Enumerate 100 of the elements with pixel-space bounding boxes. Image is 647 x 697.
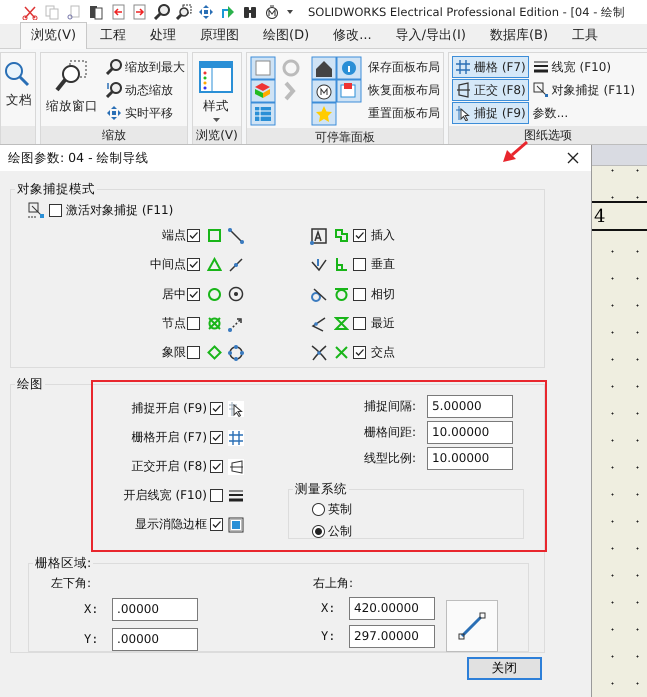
close-icon[interactable] (567, 152, 579, 164)
toggle-button[interactable]: 栅格 (F7) (452, 56, 529, 78)
right-angle-icon (334, 257, 348, 272)
ribbon-button[interactable]: 动态缩放 (103, 79, 188, 101)
hourglass-icon (334, 316, 348, 332)
checkbox[interactable] (353, 288, 366, 301)
pick-button[interactable] (446, 600, 498, 652)
input-field[interactable]: .00000 (112, 598, 198, 620)
zoom-icon[interactable] (154, 4, 170, 20)
line-weight-icon (228, 488, 244, 504)
ribbon-button[interactable]: 样式 (196, 56, 236, 126)
corner-label: 右上角: (312, 575, 354, 592)
checkbox[interactable] (187, 258, 200, 272)
cross-icon (334, 345, 348, 360)
checkbox[interactable] (49, 204, 62, 216)
ribbon-tab[interactable]: 处理 (139, 22, 188, 48)
stepped-squares-icon (334, 228, 348, 244)
window-layout-icon (198, 59, 234, 95)
line-segment-icon (227, 226, 245, 245)
ribbon-button[interactable]: 重置面板布局 (365, 102, 443, 124)
ribbon-button[interactable]: 保存面板布局 (365, 56, 443, 78)
radio-button[interactable] (312, 502, 325, 516)
ribbon-button[interactable]: 参数... (530, 102, 638, 124)
back-arrow-document-icon[interactable] (110, 4, 126, 20)
toggle-button[interactable]: 正交 (F8) (452, 79, 529, 101)
checkbox[interactable] (353, 258, 366, 272)
pan-arrows-icon[interactable] (198, 4, 214, 20)
trapezoid-icon (455, 82, 471, 98)
line-weight-icon (532, 59, 549, 75)
toggle-button[interactable]: 捕捉 (F9) (452, 102, 529, 124)
checkbox[interactable] (210, 402, 223, 415)
dropdown-caret-icon[interactable] (286, 8, 294, 16)
field-label: 栅格间距: (362, 424, 416, 440)
ribbon-tab[interactable]: 数据库(B) (478, 22, 560, 48)
forward-arrow-document-icon[interactable] (132, 4, 148, 20)
checkbox[interactable] (187, 229, 200, 242)
input-field[interactable]: .00000 (112, 628, 198, 650)
dynamic-zoom-icon (106, 82, 122, 98)
checkbox[interactable] (210, 489, 223, 502)
input-field[interactable]: 10.00000 (427, 420, 513, 444)
input-field[interactable]: 10.00000 (427, 446, 513, 470)
field-label: Y: (84, 632, 100, 646)
motor-symbol-icon[interactable] (264, 4, 280, 20)
input-field[interactable]: 297.00000 (348, 624, 435, 648)
checkbox-label: 中间点 (149, 256, 187, 274)
checkbox-label: 节点 (161, 315, 187, 332)
window-title: SOLIDWORKS Electrical Professional Edition - [04 - 绘制 (308, 4, 626, 20)
ribbon-button[interactable]: 缩放窗口 (44, 56, 100, 118)
radio-button[interactable] (312, 524, 325, 538)
ribbon-tab[interactable]: 绘图(D) (252, 22, 320, 48)
ribbon-tab[interactable]: 原理图 (189, 22, 250, 48)
ribbon-tab[interactable]: 浏览(V) (20, 22, 88, 49)
dotted-frame-icon (228, 516, 244, 532)
checkbox[interactable] (210, 431, 223, 444)
checkbox[interactable] (353, 317, 366, 330)
ribbon-button[interactable]: 缩放到最大 (103, 56, 188, 78)
checkbox[interactable] (210, 518, 223, 531)
grid-icon (228, 430, 244, 446)
checkbox-label: 最近 (371, 315, 396, 332)
input-field[interactable]: 5.00000 (427, 394, 513, 418)
checkbox-label: 激活对象捕捉 (F11) (66, 202, 174, 218)
ribbon-tab[interactable]: 工具 (561, 22, 610, 48)
checkbox-label: 插入 (371, 227, 396, 244)
field-label: Y: (320, 629, 336, 643)
ribbon-button[interactable]: 对象捕捉 (F11) (530, 79, 638, 101)
field-label: X: (320, 601, 336, 615)
checkbox[interactable] (353, 346, 366, 360)
ribbon-button[interactable]: 线宽 (F10) (530, 56, 638, 78)
group-label: 浏览(V) (193, 126, 241, 144)
corner-label: 左下角: (50, 575, 92, 592)
zoom-icon (106, 59, 122, 75)
checkbox-label: 显示消隐边框 (134, 516, 208, 533)
checkbox-label: 居中 (161, 286, 187, 303)
checkbox-label: 端点 (161, 227, 187, 244)
ribbon-button[interactable]: 文档 (2, 56, 36, 112)
radio-label: 英制 (328, 500, 352, 518)
turn-arrow-icon[interactable] (220, 4, 236, 20)
group-label: 图纸选项 (449, 126, 647, 144)
checkbox[interactable] (187, 317, 200, 330)
ribbon-button[interactable]: 恢复面板布局 (365, 79, 443, 101)
checkbox[interactable] (353, 229, 366, 242)
ribbon-tab[interactable]: 工程 (89, 22, 138, 48)
group-title: 绘图 (16, 376, 44, 393)
document-icon[interactable] (88, 4, 104, 20)
group-label: 可停靠面板 (247, 128, 443, 144)
close-button[interactable]: 关闭 (467, 657, 542, 680)
input-field[interactable]: 420.00000 (348, 596, 435, 620)
snap-icon (532, 82, 549, 98)
scissors-icon[interactable] (22, 4, 38, 20)
ribbon-tab[interactable]: 导入/导出(I) (384, 22, 477, 48)
tangent-circle-icon (334, 286, 348, 302)
checkbox[interactable] (187, 288, 200, 301)
diamond-icon (206, 345, 222, 360)
checkbox[interactable] (187, 346, 200, 360)
checkbox[interactable] (210, 460, 223, 473)
zoom-window-icon[interactable] (176, 4, 192, 20)
ribbon-button[interactable]: 实时平移 (103, 102, 188, 124)
cursor-icon (455, 105, 471, 121)
cursor-grid-icon (228, 400, 244, 416)
ribbon-tab[interactable]: 修改... (322, 22, 383, 48)
